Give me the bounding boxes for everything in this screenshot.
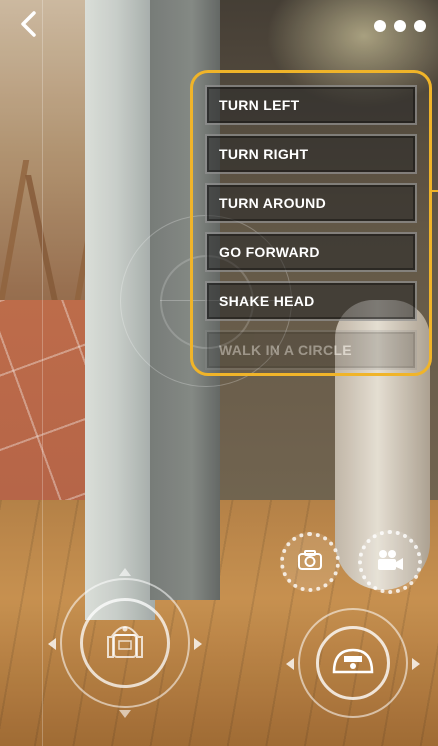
robot-head-icon: [330, 646, 376, 681]
action-shake-head[interactable]: SHAKE HEAD: [205, 281, 417, 321]
action-turn-around[interactable]: TURN AROUND: [205, 183, 417, 223]
arrow-right-icon: [194, 638, 202, 650]
movement-joystick-knob[interactable]: [80, 598, 170, 688]
record-video-button[interactable]: [358, 530, 422, 594]
more-dots-icon: [414, 20, 426, 32]
movement-joystick[interactable]: [48, 568, 202, 718]
robot-icon: [105, 617, 145, 670]
arrow-up-icon: [119, 568, 131, 576]
hud-scanline: [42, 0, 43, 746]
camera-icon: [297, 549, 323, 576]
action-walk-in-a-circle[interactable]: WALK IN A CIRCLE: [205, 330, 417, 370]
action-menu-panel: TURN LEFT TURN RIGHT TURN AROUND GO FORW…: [190, 70, 432, 376]
action-turn-left[interactable]: TURN LEFT: [205, 85, 417, 125]
back-button[interactable]: [12, 10, 44, 42]
more-dots-icon: [394, 20, 406, 32]
head-joystick-knob[interactable]: [316, 626, 390, 700]
video-camera-icon: [375, 548, 405, 577]
action-list: TURN LEFT TURN RIGHT TURN AROUND GO FORW…: [205, 85, 417, 373]
more-options-button[interactable]: [374, 16, 426, 36]
panel-connector-line: [432, 190, 438, 192]
head-joystick[interactable]: [286, 608, 420, 718]
arrow-left-icon: [48, 638, 56, 650]
more-dots-icon: [374, 20, 386, 32]
action-go-forward[interactable]: GO FORWARD: [205, 232, 417, 272]
arrow-right-icon: [412, 658, 420, 670]
arrow-left-icon: [286, 658, 294, 670]
action-turn-right[interactable]: TURN RIGHT: [205, 134, 417, 174]
chevron-left-icon: [19, 10, 37, 42]
arrow-down-icon: [119, 710, 131, 718]
take-photo-button[interactable]: [280, 532, 340, 592]
